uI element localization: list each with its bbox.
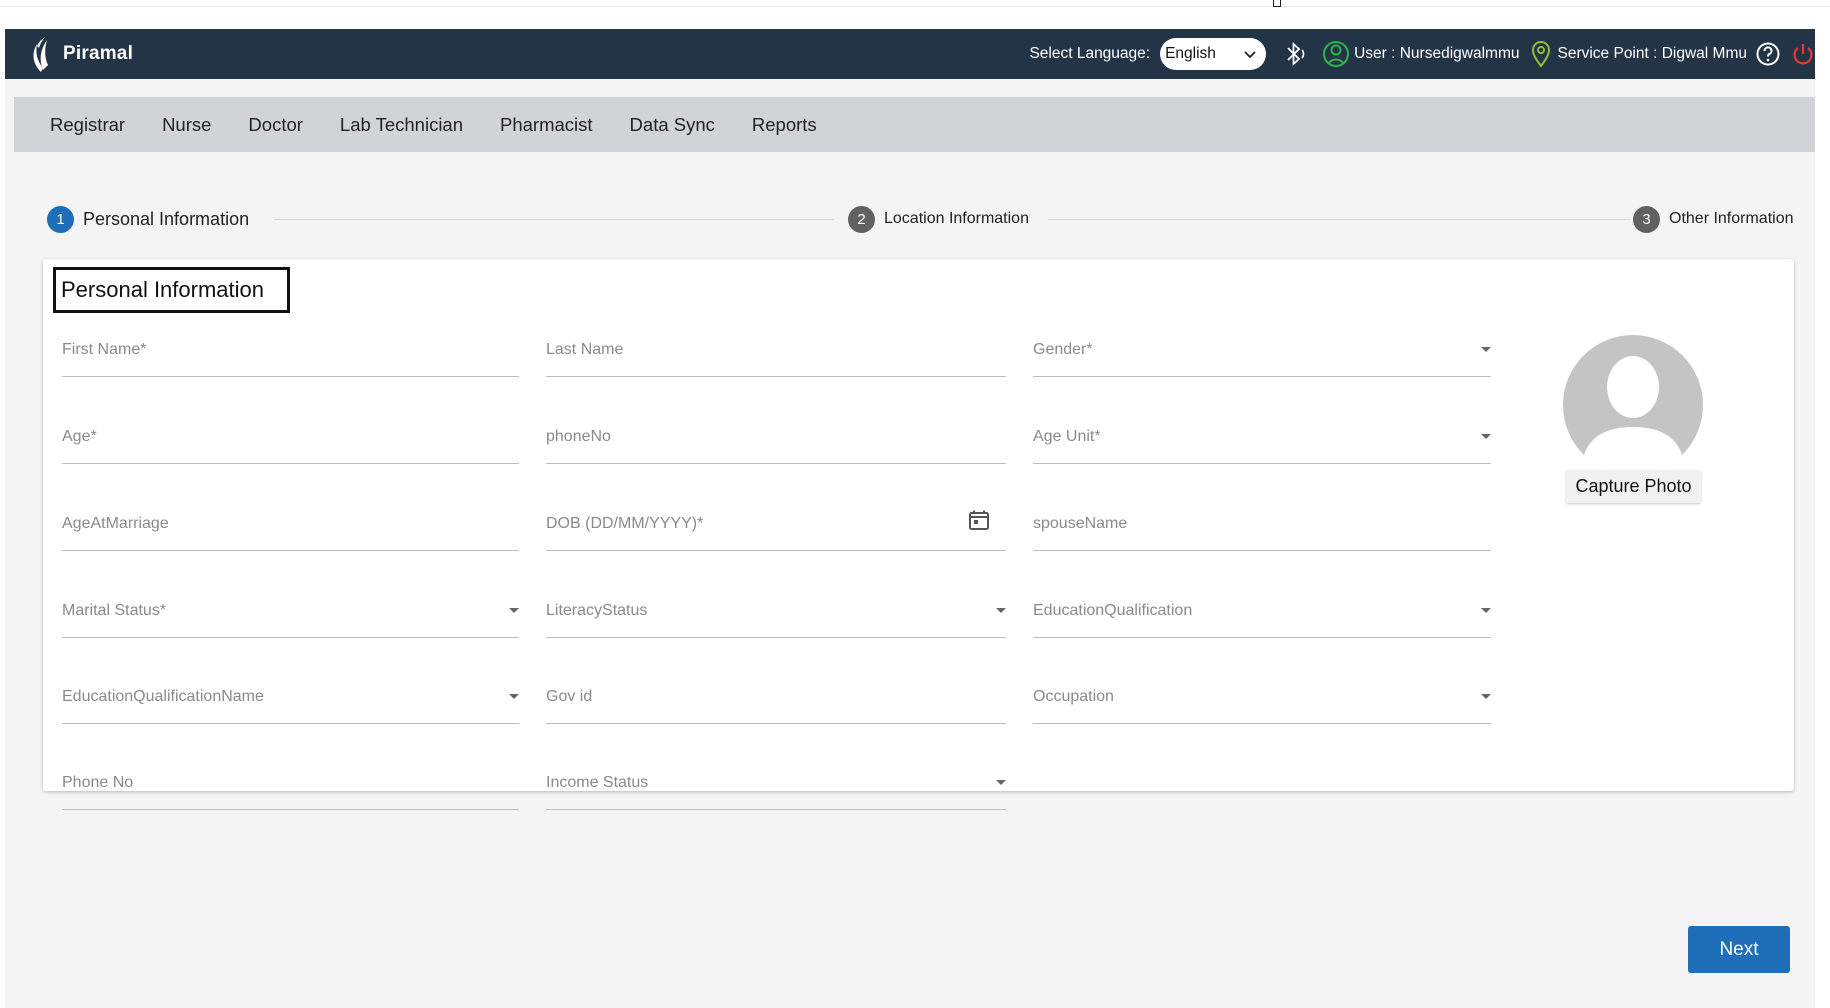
field-label: EducationQualificationName: [62, 688, 264, 705]
education-qualification-select[interactable]: EducationQualification: [1033, 584, 1491, 638]
brand-logo[interactable]: Piramal: [27, 34, 133, 74]
field-label: EducationQualification: [1033, 602, 1193, 619]
gov-id-input[interactable]: Gov id: [546, 670, 1006, 724]
user-name: User : Nursedigwalmmu: [1354, 45, 1520, 62]
age-unit-select[interactable]: Age Unit*: [1033, 410, 1491, 464]
language-select[interactable]: English: [1160, 38, 1267, 70]
step-number: 2: [848, 205, 875, 233]
caret-down-icon: [996, 608, 1006, 613]
field-label: Last Name: [546, 341, 624, 358]
field-label: Occupation: [1033, 688, 1114, 705]
step-personal-information[interactable]: 1 Personal Information: [47, 204, 249, 234]
calendar-icon[interactable]: [968, 509, 990, 531]
field-label: Gov id: [546, 688, 593, 705]
phone-number-input[interactable]: Phone No: [62, 756, 519, 810]
step-label: Other Information: [1669, 210, 1794, 227]
field-label: DOB (DD/MM/YYYY)*: [546, 515, 704, 532]
field-label: LiteracyStatus: [546, 602, 648, 619]
form-stepper: 1 Personal Information 2 Location Inform…: [42, 204, 1802, 234]
next-button[interactable]: Next: [1688, 926, 1790, 973]
caret-down-icon: [509, 694, 519, 699]
first-name-input[interactable]: First Name*: [62, 323, 519, 377]
education-qualification-name-select[interactable]: EducationQualificationName: [62, 670, 519, 724]
nav-item-nurse[interactable]: Nurse: [162, 114, 211, 136]
power-icon[interactable]: [1791, 41, 1815, 67]
step-number: 3: [1633, 205, 1660, 233]
literacy-status-select[interactable]: LiteracyStatus: [546, 584, 1006, 638]
step-connector: [274, 219, 834, 220]
age-input[interactable]: Age*: [62, 410, 519, 464]
occupation-select[interactable]: Occupation: [1033, 670, 1491, 724]
gender-select[interactable]: Gender*: [1033, 323, 1491, 377]
step-label: Personal Information: [83, 208, 250, 229]
avatar-placeholder-icon: [1563, 335, 1703, 475]
step-connector: [1048, 219, 1631, 220]
header-right: Select Language: English User : Nursedig…: [1029, 29, 1815, 79]
service-point: Service Point : Digwal Mmu: [1557, 45, 1747, 62]
income-status-select[interactable]: Income Status: [546, 756, 1006, 810]
caret-down-icon: [1481, 694, 1491, 699]
screen: Piramal Select Language: English User :: [0, 0, 1830, 1008]
user-icon: [1323, 41, 1350, 67]
nav-item-reports[interactable]: Reports: [752, 114, 817, 136]
dob-input[interactable]: DOB (DD/MM/YYYY)*: [546, 497, 1006, 551]
field-label: Gender*: [1033, 341, 1093, 358]
app-window: Piramal Select Language: English User :: [5, 29, 1815, 1008]
step-other-information[interactable]: 3 Other Information: [1633, 204, 1794, 234]
field-label: Phone No: [62, 774, 134, 791]
main-nav: Registrar Nurse Doctor Lab Technician Ph…: [14, 97, 1815, 152]
piramal-logo-icon: [33, 37, 48, 72]
spouse-name-input[interactable]: spouseName: [1033, 497, 1491, 551]
caret-down-icon: [509, 608, 519, 613]
language-value: English: [1165, 45, 1216, 62]
nav-item-pharmacist[interactable]: Pharmacist: [500, 114, 593, 136]
caret-down-icon: [1481, 347, 1491, 352]
field-label: Age Unit*: [1033, 428, 1101, 445]
step-label: Location Information: [884, 210, 1029, 227]
nav-item-doctor[interactable]: Doctor: [248, 114, 303, 136]
last-name-input[interactable]: Last Name: [546, 323, 1006, 377]
caret-down-icon: [1481, 608, 1491, 613]
marital-status-select[interactable]: Marital Status*: [62, 584, 519, 638]
nav-item-lab-technician[interactable]: Lab Technician: [340, 114, 463, 136]
form-title: Personal Information: [53, 267, 290, 313]
personal-information-card: Personal Information First Name* Last Na…: [43, 259, 1794, 810]
nav-item-data-sync[interactable]: Data Sync: [630, 114, 715, 136]
step-location-information[interactable]: 2 Location Information: [848, 204, 1029, 234]
caret-down-icon: [996, 780, 1006, 785]
field-label: Income Status: [546, 774, 649, 791]
phone-no-input[interactable]: phoneNo: [546, 410, 1006, 464]
field-label: AgeAtMarriage: [62, 515, 169, 532]
select-language-label: Select Language:: [1029, 45, 1151, 62]
field-label: Marital Status*: [62, 602, 167, 619]
cursor-marker: [1273, 0, 1281, 7]
age-at-marriage-input[interactable]: AgeAtMarriage: [62, 497, 519, 551]
capture-photo-button[interactable]: Capture Photo: [1566, 470, 1701, 503]
app-header: Piramal Select Language: English User :: [5, 29, 1815, 79]
field-label: phoneNo: [546, 428, 611, 445]
help-icon[interactable]: [1755, 41, 1781, 67]
chevron-down-icon: [1244, 51, 1256, 59]
top-strip: [0, 0, 1830, 7]
step-number: 1: [47, 205, 74, 233]
caret-down-icon: [1481, 434, 1491, 439]
field-label: Age*: [62, 428, 97, 445]
bluetooth-icon[interactable]: [1282, 39, 1308, 69]
field-label: First Name*: [62, 341, 147, 358]
field-label: spouseName: [1033, 515, 1128, 532]
location-pin-icon: [1532, 41, 1551, 68]
nav-item-registrar[interactable]: Registrar: [50, 114, 125, 136]
brand-name: Piramal: [63, 43, 134, 64]
